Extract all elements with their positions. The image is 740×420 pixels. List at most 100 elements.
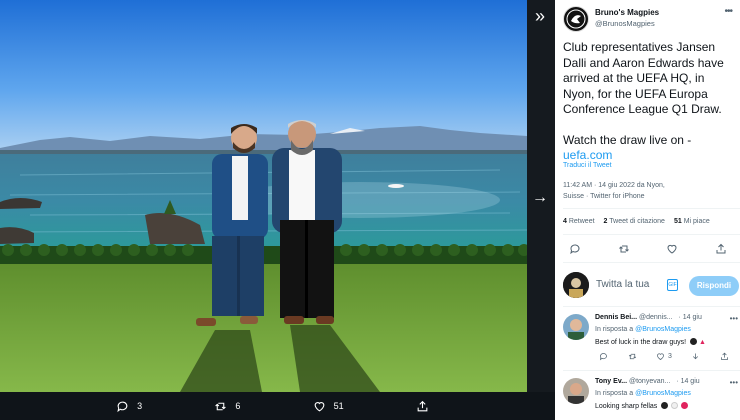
share-button[interactable] xyxy=(715,242,729,256)
reply-text-body: Looking sharp fellas xyxy=(595,403,658,410)
share-icon xyxy=(417,400,428,411)
quotes-label: Tweet di citazione xyxy=(609,218,665,225)
reply-composer: Twitta la tua GIF Rispondi xyxy=(563,270,739,302)
reply-header: Dennis Bei... @dennis... · 14 giu xyxy=(595,314,737,321)
tweet-timestamp[interactable]: 11:42 AM · 14 giu 2022 da Nyon, xyxy=(563,180,735,191)
tweet-text-paragraph: Club representatives Jansen Dalli and Aa… xyxy=(563,40,724,116)
reply-author-name[interactable]: Tony Ev... xyxy=(595,378,627,385)
emoji-icon xyxy=(661,402,669,409)
media-retweet-count: 6 xyxy=(235,401,241,411)
translate-tweet-link[interactable]: Traduci il Tweet xyxy=(563,162,612,169)
magpie-logo-icon xyxy=(566,9,586,29)
reply-item[interactable]: Tony Ev... @tonyevan... · 14 giu ••• In … xyxy=(563,378,738,420)
reply-downvote-button[interactable] xyxy=(691,352,700,361)
author-name[interactable]: Bruno's Magpies xyxy=(595,8,659,17)
avatar xyxy=(563,272,589,298)
gif-icon[interactable]: GIF xyxy=(667,279,678,291)
tweet-watch-text: Watch the draw live on - xyxy=(563,132,692,147)
reply-author-handle[interactable]: @dennis... xyxy=(639,314,673,321)
reply-text: Looking sharp fellas xyxy=(595,402,689,410)
author-handle[interactable]: @BrunosMagpies xyxy=(595,19,655,28)
reply-text: Best of luck in the draw guys! ▲ xyxy=(595,338,706,346)
emoji-icon: ▲ xyxy=(698,339,706,346)
heart-icon xyxy=(657,353,664,360)
reply-share-button[interactable] xyxy=(720,352,729,361)
reply-button[interactable] xyxy=(569,242,583,256)
double-chevron-right-icon: » xyxy=(534,6,545,26)
media-reply-count: 3 xyxy=(137,401,143,411)
quotes-count: 2 xyxy=(603,218,608,225)
retweets-stat[interactable]: 4 Retweet xyxy=(563,218,595,225)
media-share-button[interactable] xyxy=(416,400,429,413)
person-right xyxy=(272,120,342,324)
retweet-button[interactable] xyxy=(618,242,632,256)
tweet-photo[interactable] xyxy=(0,0,527,392)
tweet-stats: 4 Retweet 2 Tweet di citazione 51 Mi pia… xyxy=(563,218,738,225)
likes-stat[interactable]: 51 Mi piace xyxy=(674,218,710,225)
retweet-icon xyxy=(215,402,227,410)
heart-icon xyxy=(314,401,324,411)
arrow-down-icon xyxy=(693,353,699,360)
reply-to-handle[interactable]: @BrunosMagpies xyxy=(635,390,691,397)
tweet-author: Bruno's Magpies @BrunosMagpies ••• xyxy=(563,6,736,34)
reply-input[interactable]: Twitta la tua xyxy=(596,279,649,290)
media-like-button[interactable]: 51 xyxy=(313,400,344,413)
reply-actions: 3 xyxy=(599,352,729,361)
reply-to-handle[interactable]: @BrunosMagpies xyxy=(635,326,691,333)
media-reply-button[interactable]: 3 xyxy=(116,400,142,413)
reply-like-count: 3 xyxy=(668,353,672,360)
tweet-link[interactable]: uefa.com xyxy=(563,148,612,162)
reply-header: Tony Ev... @tonyevan... · 14 giu xyxy=(595,378,737,385)
reply-text-body: Best of luck in the draw guys! xyxy=(595,339,687,346)
reply-to-prefix: In risposta a xyxy=(595,326,634,333)
divider xyxy=(563,370,740,371)
reply-retweet-button[interactable] xyxy=(628,352,637,361)
share-icon xyxy=(721,352,728,360)
retweets-count: 4 xyxy=(563,218,567,225)
more-options-icon[interactable]: ••• xyxy=(724,6,732,17)
divider xyxy=(563,262,740,263)
photo-illustration xyxy=(0,0,527,392)
reply-author-handle[interactable]: @tonyevan... xyxy=(629,378,670,385)
reply-time[interactable]: · 14 giu xyxy=(679,314,702,321)
reply-submit-button[interactable]: Rispondi xyxy=(689,276,739,296)
user-avatar-icon xyxy=(563,272,589,298)
heart-icon xyxy=(667,244,677,254)
reply-item[interactable]: Dennis Bei... @dennis... · 14 giu ••• In… xyxy=(563,314,738,374)
emoji-icon xyxy=(681,402,689,409)
reply-reply-button[interactable] xyxy=(599,352,608,361)
reply-to-prefix: In risposta a xyxy=(595,390,634,397)
avatar[interactable] xyxy=(563,378,589,404)
tweet-pane: Bruno's Magpies @BrunosMagpies ••• Club … xyxy=(555,0,740,420)
media-viewer: » → 3 6 51 Bruno's Magpies @BrunosMagpie… xyxy=(0,0,740,420)
reply-author-name[interactable]: Dennis Bei... xyxy=(595,314,637,321)
like-button[interactable] xyxy=(666,242,680,256)
tweet-source: Suisse · Twitter for iPhone xyxy=(563,193,645,200)
likes-label: Mi piace xyxy=(683,218,710,225)
reply-icon xyxy=(599,353,607,361)
likes-count: 51 xyxy=(673,218,682,225)
quotes-stat[interactable]: 2 Tweet di citazione xyxy=(604,218,665,225)
avatar[interactable] xyxy=(563,314,589,340)
user-avatar-icon xyxy=(563,378,589,404)
tweet-meta: 11:42 AM · 14 giu 2022 da Nyon, Suisse ·… xyxy=(563,180,735,202)
emoji-icon xyxy=(690,338,697,345)
tweet-text-paragraph-2: Watch the draw live on - uefa.com xyxy=(563,133,735,164)
divider xyxy=(563,208,740,209)
reply-icon xyxy=(570,244,580,255)
tweet-text: Club representatives Jansen Dalli and Aa… xyxy=(563,40,735,164)
next-media-button[interactable]: → xyxy=(527,186,553,210)
avatar[interactable] xyxy=(563,6,589,32)
arrow-right-icon: → xyxy=(532,189,548,206)
retweet-icon xyxy=(628,353,636,360)
reply-to: In risposta a @BrunosMagpies xyxy=(595,326,691,333)
media-retweet-button[interactable]: 6 xyxy=(214,400,240,413)
retweet-icon xyxy=(618,245,629,253)
reply-time[interactable]: · 14 giu xyxy=(676,378,699,385)
more-options-icon[interactable]: ••• xyxy=(730,314,738,323)
collapse-panel-button[interactable]: » xyxy=(527,6,553,28)
reply-like-button[interactable]: 3 xyxy=(656,352,672,361)
more-options-icon[interactable]: ••• xyxy=(730,378,738,387)
user-avatar-icon xyxy=(563,314,589,340)
reply-to: In risposta a @BrunosMagpies xyxy=(595,390,691,397)
